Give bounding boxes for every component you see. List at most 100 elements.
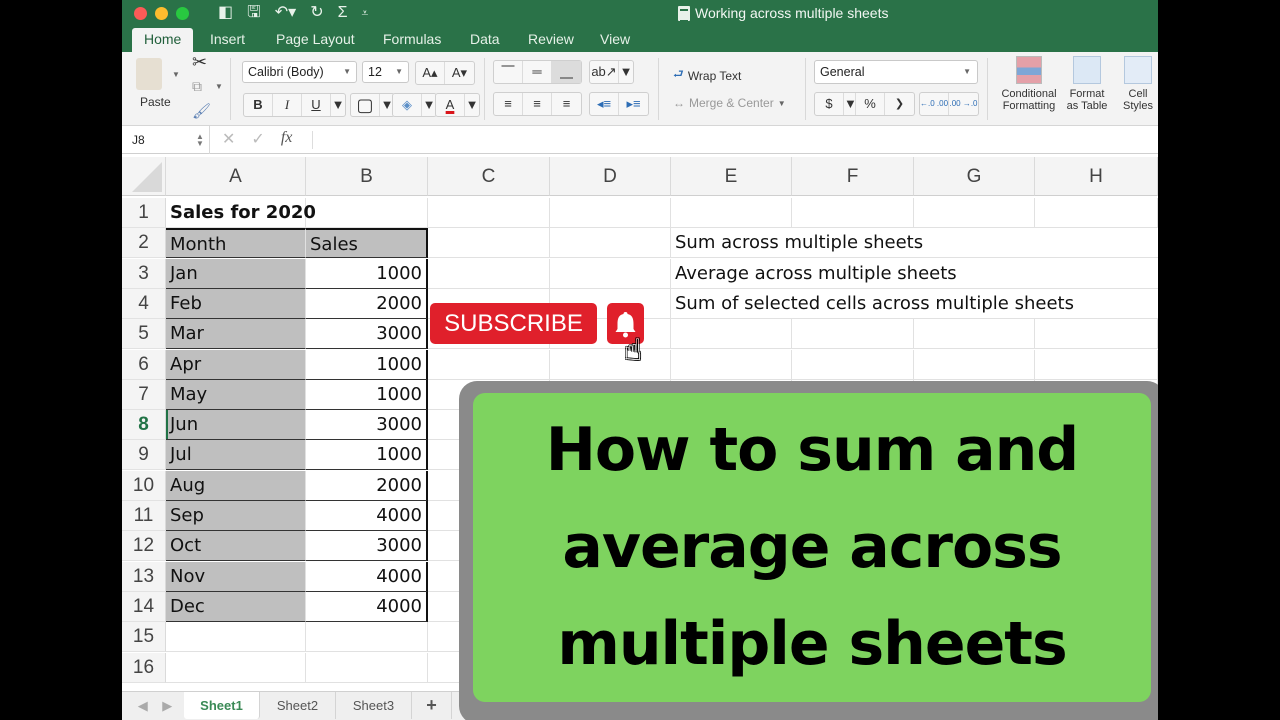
- cell-c6[interactable]: [428, 350, 550, 380]
- row-header-6[interactable]: 6: [122, 350, 166, 380]
- tab-insert[interactable]: Insert: [198, 28, 257, 52]
- cell-a15[interactable]: [166, 622, 306, 652]
- align-bottom-icon[interactable]: ⎽: [552, 61, 581, 83]
- cell-a1[interactable]: Sales for 2020: [166, 198, 316, 228]
- cell-f6[interactable]: [792, 350, 914, 380]
- column-header-f[interactable]: F: [792, 157, 914, 196]
- align-left-icon[interactable]: ≡: [494, 93, 523, 115]
- cell-c2[interactable]: [428, 228, 550, 258]
- cell-styles-button[interactable]: Cell Styles: [1118, 56, 1158, 112]
- row-header-9[interactable]: 9: [122, 440, 166, 470]
- tab-review[interactable]: Review: [516, 28, 586, 52]
- cell-h5[interactable]: [1035, 319, 1158, 349]
- redo-icon[interactable]: ↻: [310, 3, 323, 23]
- cell-e1[interactable]: [671, 198, 792, 228]
- cell-b15[interactable]: [306, 622, 428, 652]
- close-window-button[interactable]: [134, 7, 147, 20]
- cell-e4[interactable]: Sum of selected cells across multiple sh…: [671, 289, 1074, 319]
- cell-b13[interactable]: 4000: [306, 562, 428, 592]
- column-header-b[interactable]: B: [306, 157, 428, 196]
- cell-b11[interactable]: 4000: [306, 501, 428, 531]
- font-color-button[interactable]: A ▼: [435, 93, 480, 117]
- cell-a9[interactable]: Jul: [166, 440, 306, 470]
- insert-function-icon[interactable]: fx: [281, 129, 293, 149]
- zoom-window-button[interactable]: [176, 7, 189, 20]
- cell-a6[interactable]: Apr: [166, 350, 306, 380]
- tab-home[interactable]: Home: [132, 28, 194, 52]
- cell-d1[interactable]: [550, 198, 671, 228]
- cell-g2[interactable]: [914, 228, 1035, 258]
- cell-h2[interactable]: [1035, 228, 1158, 258]
- row-header-12[interactable]: 12: [122, 531, 166, 561]
- row-header-15[interactable]: 15: [122, 622, 166, 652]
- cell-b7[interactable]: 1000: [306, 380, 428, 410]
- cell-f2[interactable]: [792, 228, 914, 258]
- cell-h6[interactable]: [1035, 350, 1158, 380]
- cell-a2[interactable]: Month: [166, 228, 306, 258]
- cell-g4[interactable]: [914, 289, 1035, 319]
- cell-b9[interactable]: 1000: [306, 440, 428, 470]
- cell-e5[interactable]: [671, 319, 792, 349]
- cell-a3[interactable]: Jan: [166, 259, 306, 289]
- cell-a12[interactable]: Oct: [166, 531, 306, 561]
- cell-h1[interactable]: [1035, 198, 1158, 228]
- sheet-tab-sheet1[interactable]: Sheet1: [184, 692, 260, 719]
- underline-button[interactable]: U: [302, 94, 331, 116]
- cell-a5[interactable]: Mar: [166, 319, 306, 349]
- tab-formulas[interactable]: Formulas: [371, 28, 453, 52]
- orientation-button[interactable]: ab↗ ▼: [589, 60, 634, 84]
- cell-g5[interactable]: [914, 319, 1035, 349]
- cell-c1[interactable]: [428, 198, 550, 228]
- cell-b2[interactable]: Sales: [306, 228, 428, 258]
- cell-e2[interactable]: Sum across multiple sheets: [671, 228, 923, 258]
- align-center-icon[interactable]: ≡: [523, 93, 552, 115]
- align-top-icon[interactable]: ⎺: [494, 61, 523, 83]
- underline-dropdown-icon[interactable]: ▼: [331, 94, 345, 116]
- cell-a14[interactable]: Dec: [166, 592, 306, 622]
- row-header-5[interactable]: 5: [122, 319, 166, 349]
- cell-a8[interactable]: Jun: [166, 410, 306, 440]
- sidebar-toggle-icon[interactable]: ◧: [218, 3, 233, 23]
- enter-icon[interactable]: ✓: [251, 129, 264, 149]
- cell-a13[interactable]: Nov: [166, 562, 306, 592]
- cell-g6[interactable]: [914, 350, 1035, 380]
- increase-indent-icon[interactable]: ▸≡: [619, 93, 648, 115]
- cell-b4[interactable]: 2000: [306, 289, 428, 319]
- row-header-2[interactable]: 2: [122, 228, 166, 258]
- cell-g3[interactable]: [914, 259, 1035, 289]
- row-header-11[interactable]: 11: [122, 501, 166, 531]
- wrap-text-button[interactable]: ⮐ Wrap Text: [673, 65, 741, 86]
- font-size-select[interactable]: 12 ▼: [362, 61, 409, 83]
- cell-e6[interactable]: [671, 350, 792, 380]
- row-header-3[interactable]: 3: [122, 259, 166, 289]
- currency-button[interactable]: $: [815, 93, 844, 115]
- cell-b10[interactable]: 2000: [306, 471, 428, 501]
- cell-a7[interactable]: May: [166, 380, 306, 410]
- conditional-formatting-button[interactable]: Conditional Formatting: [998, 56, 1060, 112]
- tab-page-layout[interactable]: Page Layout: [264, 28, 367, 52]
- column-header-d[interactable]: D: [550, 157, 671, 196]
- cell-b3[interactable]: 1000: [306, 259, 428, 289]
- cell-h3[interactable]: [1035, 259, 1158, 289]
- tab-data[interactable]: Data: [458, 28, 512, 52]
- percent-button[interactable]: %: [856, 93, 885, 115]
- minimize-window-button[interactable]: [155, 7, 168, 20]
- comma-style-button[interactable]: ❯: [885, 93, 914, 115]
- font-name-select[interactable]: Calibri (Body) ▼: [242, 61, 357, 83]
- paste-icon[interactable]: [136, 58, 162, 90]
- cell-d6[interactable]: [550, 350, 671, 380]
- paste-button[interactable]: Paste: [140, 95, 171, 109]
- cell-a16[interactable]: [166, 653, 306, 683]
- name-box[interactable]: J8 ▲ ▼: [122, 126, 210, 154]
- format-painter-icon[interactable]: 🖌: [192, 102, 211, 120]
- copy-dropdown-icon[interactable]: ▼: [215, 82, 223, 91]
- customize-toolbar-icon[interactable]: ⩡: [362, 3, 369, 23]
- cell-b8[interactable]: 3000: [306, 410, 428, 440]
- name-box-stepper-icon[interactable]: ▲ ▼: [196, 133, 204, 148]
- borders-button[interactable]: ▢ ▼: [350, 93, 395, 117]
- decrease-decimal-button[interactable]: .00 →.0: [949, 93, 978, 115]
- column-header-h[interactable]: H: [1035, 157, 1158, 196]
- cell-b12[interactable]: 3000: [306, 531, 428, 561]
- cell-g1[interactable]: [914, 198, 1035, 228]
- format-as-table-button[interactable]: Format as Table: [1062, 56, 1112, 112]
